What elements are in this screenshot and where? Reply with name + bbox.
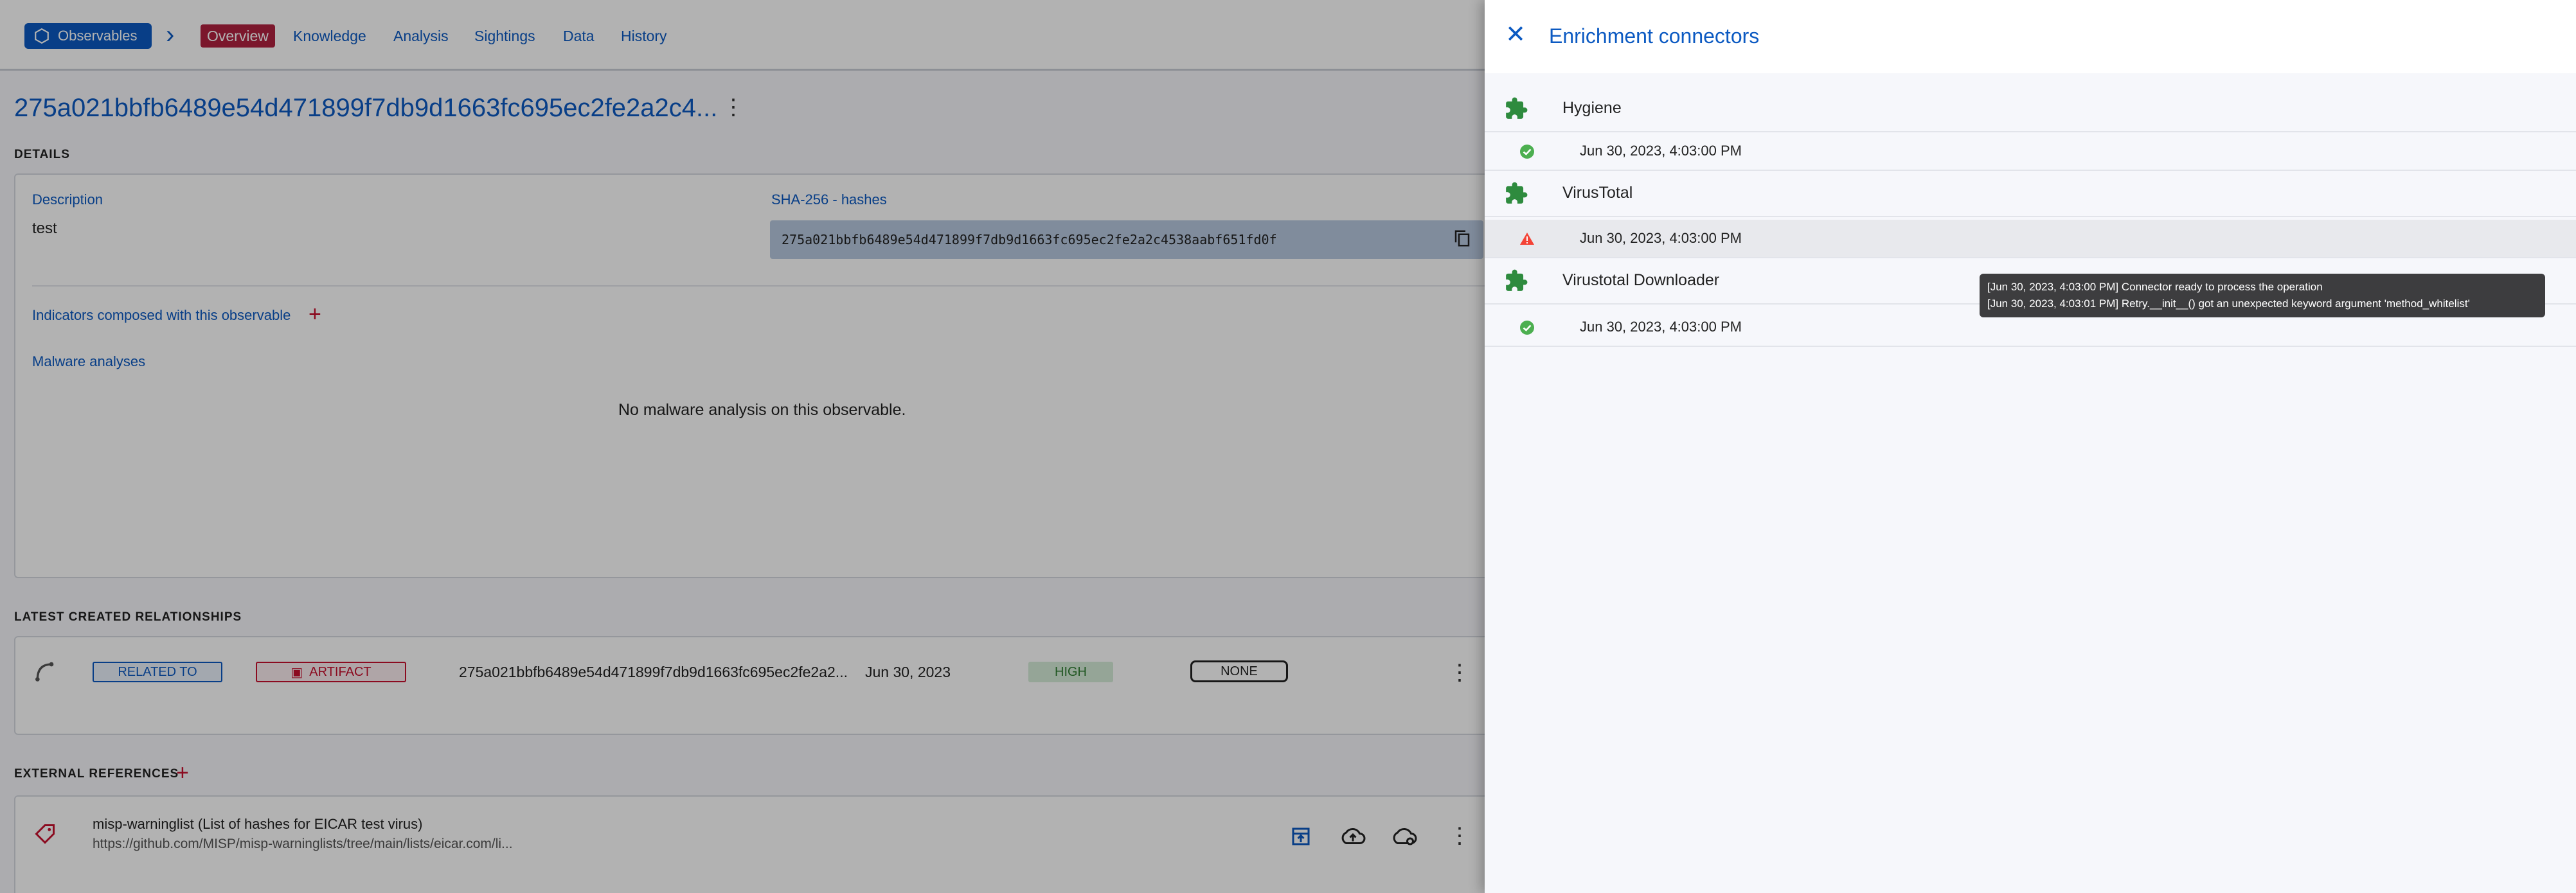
connector-name: Hygiene [1562,99,1622,117]
connector-row: VirusTotal [1485,172,2576,217]
work-date: Jun 30, 2023, 4:03:00 PM [1580,143,1742,159]
work-date: Jun 30, 2023, 4:03:00 PM [1580,230,1742,246]
modal-backdrop[interactable] [0,0,1485,893]
connector-work-row[interactable]: Jun 30, 2023, 4:03:00 PM [1485,220,2576,258]
connector-name: Virustotal Downloader [1562,271,1720,289]
drawer-title: Enrichment connectors [1549,24,1760,48]
connector-name: VirusTotal [1562,184,1633,202]
connector-work-row: Jun 30, 2023, 4:03:00 PM [1485,132,2576,171]
tooltip-line: [Jun 30, 2023, 4:03:00 PM] Connector rea… [1987,281,2323,293]
work-date: Jun 30, 2023, 4:03:00 PM [1580,319,1742,335]
close-icon[interactable]: ✕ [1503,22,1528,48]
drawer-header: ✕ Enrichment connectors [1485,0,2576,73]
check-circle-icon [1520,321,1534,335]
connector-row: Hygiene [1485,87,2576,132]
warning-icon [1520,233,1534,245]
puzzle-piece-icon [1506,182,1528,204]
work-messages-tooltip: [Jun 30, 2023, 4:03:00 PM] Connector rea… [1980,274,2545,317]
puzzle-piece-icon [1506,269,1528,291]
check-circle-icon [1520,145,1534,159]
puzzle-piece-icon [1506,97,1528,119]
enrichment-drawer: ✕ Enrichment connectors Hygiene Jun 30, … [1485,0,2576,893]
tooltip-line: [Jun 30, 2023, 4:03:01 PM] Retry.__init_… [1987,297,2470,310]
